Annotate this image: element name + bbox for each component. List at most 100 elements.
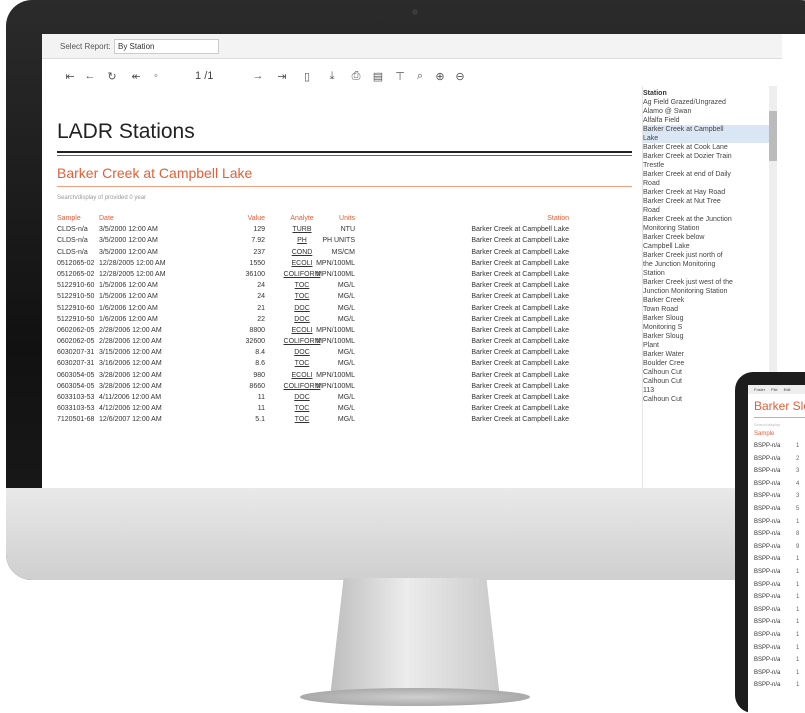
table-cell: 1550 xyxy=(249,259,265,267)
page-setup-button[interactable]: ▯ xyxy=(299,70,315,83)
station-list-item[interactable]: Barker Creek at Nut Tree xyxy=(643,197,773,206)
analyte-link[interactable]: DOC xyxy=(282,349,322,356)
station-list-item[interactable]: Barker Creek at Cook Lane xyxy=(643,143,773,152)
print-layout-button[interactable]: ▤ xyxy=(370,70,386,83)
table-cell: 0512065-02 xyxy=(57,270,95,278)
station-list-item[interactable]: Barker Creek at Campbell xyxy=(643,125,773,134)
scrollbar-thumb[interactable] xyxy=(769,111,777,161)
station-list-item[interactable]: Barker Sloug xyxy=(643,314,773,323)
table-cell: 24 xyxy=(257,282,265,290)
export-button[interactable]: ⤓ xyxy=(324,70,340,83)
table-cell: Barker Creek at Campbell Lake xyxy=(471,315,569,323)
page-title: LADR Stations xyxy=(57,120,195,143)
next-page-button[interactable]: → xyxy=(250,70,266,82)
monitor-stand xyxy=(330,578,500,698)
table-row: 6033103-53 4/12/2006 12:00 AM 11 TOC MG/L Bar… xyxy=(57,405,617,416)
first-page-button[interactable]: ⇤ xyxy=(62,70,78,83)
analyte-link[interactable]: TOC xyxy=(282,282,322,289)
column-header: Analyte xyxy=(290,215,314,222)
table-cell: MPN/100ML xyxy=(316,270,355,278)
station-list-item[interactable]: Barker Creek just north of xyxy=(643,251,773,260)
table-cell: 1/6/2006 12:00 AM xyxy=(99,304,158,312)
analyte-link[interactable]: COND xyxy=(282,249,322,256)
station-list-item[interactable]: Barker Water xyxy=(643,350,773,359)
table-cell: CLDS-n/a xyxy=(57,237,88,245)
table-cell: 8.6 xyxy=(255,360,265,368)
tablet-list-item: BSPP-n/a 1 xyxy=(754,657,805,670)
station-list-item[interactable]: Boulder Cree xyxy=(643,359,773,368)
table-cell: 5.1 xyxy=(255,416,265,424)
station-list-item[interactable]: Barker Creek at Dozier Train xyxy=(643,152,773,161)
station-list-item[interactable]: Campbell Lake xyxy=(643,242,773,251)
analyte-link[interactable]: DOC xyxy=(282,305,322,312)
column-header: Sample xyxy=(57,215,81,222)
find-button[interactable]: ⌕ xyxy=(412,70,428,83)
station-list-item[interactable]: Barker Sloug xyxy=(643,332,773,341)
zoom-in-button[interactable]: ⊕ xyxy=(432,70,448,83)
tablet-value-cell: 1 xyxy=(796,669,800,676)
refresh-button[interactable]: ↻ xyxy=(104,70,120,83)
station-list-title: Station xyxy=(643,90,667,97)
analyte-link[interactable]: TOC xyxy=(282,360,322,367)
report-select-dropdown[interactable]: By Station xyxy=(114,39,219,54)
analyte-link[interactable]: TURB xyxy=(282,226,322,233)
tablet-menu-item[interactable]: File xyxy=(771,387,777,392)
station-list-item[interactable]: Monitoring Station xyxy=(643,224,773,233)
table-cell: 12/6/2007 12:00 AM xyxy=(99,416,162,424)
tablet-search-hint: Search/display xyxy=(754,422,781,427)
tablet-list-item: BSPP-n/a 1 xyxy=(754,645,805,658)
tablet-screen: Fosler File Edit Barker Slou Search/displa… xyxy=(748,385,805,713)
station-list-item[interactable]: Barker Creek at Hay Road xyxy=(643,188,773,197)
table-cell: NTU xyxy=(340,226,355,234)
zoom-out-button[interactable]: ⊖ xyxy=(452,70,468,83)
tablet-sample-cell: BSPP-n/a xyxy=(754,631,781,638)
filter-button[interactable]: ⊤ xyxy=(392,70,408,83)
prev-page-button[interactable]: ← xyxy=(82,70,98,82)
table-cell: MG/L xyxy=(337,304,355,312)
analyte-link[interactable]: TOC xyxy=(282,405,322,412)
analyte-link[interactable]: DOC xyxy=(282,394,322,401)
page-total: /1 xyxy=(204,70,214,82)
station-list-item[interactable]: Alamo @ Swan xyxy=(643,107,773,116)
station-list-item[interactable]: Junction Monitoring Station xyxy=(643,287,773,296)
tablet-value-cell: 1 xyxy=(796,606,800,613)
table-cell: 3/5/2000 12:00 AM xyxy=(99,237,158,245)
print-button[interactable]: ⎙ xyxy=(348,70,364,83)
analyte-link[interactable]: PH xyxy=(282,237,322,244)
analyte-link[interactable]: TOC xyxy=(282,416,322,423)
station-list-item[interactable]: Trestle xyxy=(643,161,773,170)
table-cell: 3/15/2006 12:00 AM xyxy=(99,349,162,357)
table-cell: 6030207-31 xyxy=(57,349,95,357)
station-list-item[interactable]: Barker Creek below xyxy=(643,233,773,242)
station-list-item[interactable]: Monitoring S xyxy=(643,323,773,332)
station-list-item[interactable]: Road xyxy=(643,206,773,215)
station-list-item[interactable]: Ag Field Grazed/Ungrazed xyxy=(643,98,773,107)
table-cell: Barker Creek at Campbell Lake xyxy=(471,382,569,390)
search-back-button[interactable]: ◦ xyxy=(148,70,164,82)
tablet-menu-item[interactable]: Edit xyxy=(784,387,791,392)
station-list-item[interactable]: Town Road xyxy=(643,305,773,314)
station-list-item[interactable]: Barker Creek just west of the xyxy=(643,278,773,287)
page-number-input[interactable]: 1 /1 xyxy=(195,70,213,82)
station-list-item[interactable]: Barker Creek at end of Daily xyxy=(643,170,773,179)
station-list-item[interactable]: Barker Creek xyxy=(643,296,773,305)
analyte-link[interactable]: TOC xyxy=(282,293,322,300)
last-page-button[interactable]: ⇥ xyxy=(274,70,290,83)
station-list-item[interactable]: Plant xyxy=(643,341,773,350)
table-cell: 8800 xyxy=(249,326,265,334)
tablet-sample-cell: BSPP-n/a xyxy=(754,594,781,601)
station-list-item[interactable]: Alfalfa Field xyxy=(643,116,773,125)
station-list-item[interactable]: Station xyxy=(643,269,773,278)
station-list-item[interactable]: Lake xyxy=(643,134,773,143)
back-button[interactable]: ↞ xyxy=(128,70,144,83)
table-cell: 12/28/2005 12:00 AM xyxy=(99,270,166,278)
analyte-link[interactable]: DOC xyxy=(282,316,322,323)
station-list-item[interactable]: the Junction Monitoring xyxy=(643,260,773,269)
tablet-sample-cell: BSPP-n/a xyxy=(754,518,781,525)
tablet-menu-item[interactable]: Fosler xyxy=(754,387,765,392)
tablet-sample-cell: BSPP-n/a xyxy=(754,468,781,475)
table-cell: Barker Creek at Campbell Lake xyxy=(471,349,569,357)
tablet-sample-cell: BSPP-n/a xyxy=(754,543,781,550)
station-list-item[interactable]: Road xyxy=(643,179,773,188)
station-list-item[interactable]: Barker Creek at the Junction xyxy=(643,215,773,224)
